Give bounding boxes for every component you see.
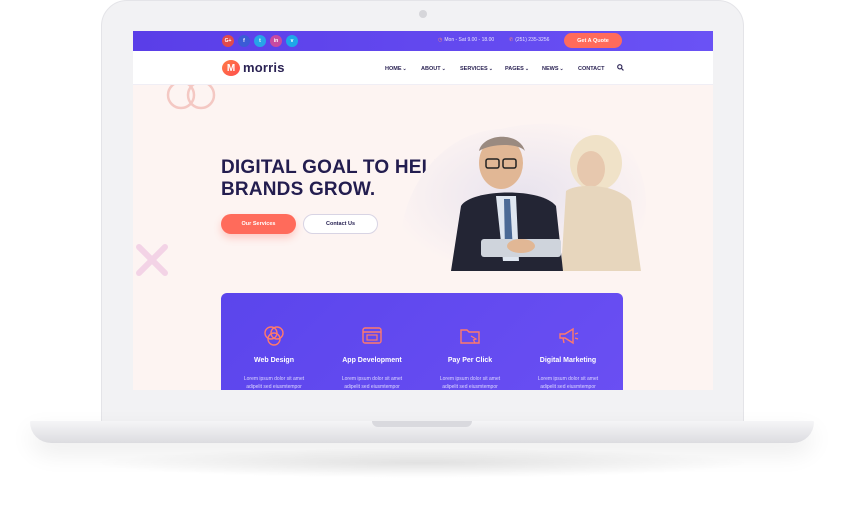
opening-hours: ◷ Mon - Sat 9.00 - 18.00 <box>438 37 494 43</box>
logo-icon[interactable]: M <box>222 60 240 76</box>
service-description: Lorem ipsum dolor sit amet adipelit sed … <box>537 376 599 390</box>
nav-item-pages[interactable]: PAGES⌄ <box>505 66 529 72</box>
nav-item-services[interactable]: SERVICES⌄ <box>460 66 493 72</box>
logo-text[interactable]: morris <box>243 60 285 75</box>
clock-icon: ◷ <box>438 37 443 43</box>
chevron-down-icon: ⌄ <box>488 66 493 72</box>
get-quote-button[interactable]: Get A Quote <box>564 33 622 48</box>
service-description: Lorem ipsum dolor sit amet adipelit sed … <box>341 376 403 390</box>
service-title: Web Design <box>254 357 294 364</box>
phone-text: (251) 235-3256 <box>515 37 550 43</box>
service-card-app-development[interactable]: App Development Lorem ipsum dolor sit am… <box>322 293 422 390</box>
nav-label: HOME <box>385 66 402 72</box>
topbar: G+ f t in v ◷ Mon - Sat 9.00 - 18.00 ✆ (25… <box>133 31 713 51</box>
service-card-pay-per-click[interactable]: Pay Per Click Lorem ipsum dolor sit amet… <box>420 293 520 390</box>
main-navbar: M morris HOME⌄ ABOUT⌄ SERVICES⌄ PAGES⌄ N… <box>133 51 713 85</box>
website-screen: G+ f t in v ◷ Mon - Sat 9.00 - 18.00 ✆ (25… <box>133 31 713 390</box>
twitter-icon[interactable]: t <box>254 35 266 47</box>
laptop-notch <box>372 421 472 427</box>
service-title: Pay Per Click <box>447 357 493 364</box>
nav-label: PAGES <box>505 66 524 72</box>
laptop-mockup: G+ f t in v ◷ Mon - Sat 9.00 - 18.00 ✆ (25… <box>0 0 844 508</box>
nav-item-contact[interactable]: CONTACT <box>578 66 604 72</box>
browser-icon <box>362 327 382 344</box>
service-card-digital-marketing[interactable]: Digital Marketing Lorem ipsum dolor sit … <box>518 293 618 390</box>
services-panel: Web Design Lorem ipsum dolor sit amet ad… <box>221 293 623 390</box>
nav-label: SERVICES <box>460 66 488 72</box>
decorative-rings-icon <box>166 85 216 110</box>
chevron-down-icon: ⌄ <box>402 66 407 72</box>
laptop-shadow <box>90 448 754 478</box>
hero-photo <box>400 123 647 271</box>
service-description: Lorem ipsum dolor sit amet adipelit sed … <box>243 376 305 390</box>
service-description: Lorem ipsum dolor sit amet adipelit sed … <box>439 376 501 390</box>
megaphone-icon <box>559 327 579 345</box>
search-icon[interactable] <box>617 64 624 73</box>
nav-item-home[interactable]: HOME⌄ <box>385 66 407 72</box>
circles-icon <box>264 326 284 346</box>
vimeo-icon[interactable]: v <box>286 35 298 47</box>
service-title: Digital Marketing <box>539 357 597 364</box>
decorative-cross-icon <box>136 244 168 276</box>
nav-item-news[interactable]: NEWS⌄ <box>542 66 564 72</box>
nav-label: NEWS <box>542 66 559 72</box>
folder-click-icon <box>460 329 480 344</box>
chevron-down-icon: ⌄ <box>524 66 530 72</box>
hours-text: Mon - Sat 9.00 - 18.00 <box>444 37 495 43</box>
phone-info: ✆ (251) 235-3256 <box>509 37 549 43</box>
nav-item-about[interactable]: ABOUT⌄ <box>421 66 446 72</box>
camera-icon <box>419 10 427 18</box>
facebook-icon[interactable]: f <box>238 35 250 47</box>
google-plus-icon[interactable]: G+ <box>222 35 234 47</box>
hero-section: DIGITAL GOAL TO HELP BRANDS GROW. Our Se… <box>133 85 713 390</box>
our-services-button[interactable]: Our Services <box>221 214 296 234</box>
instagram-icon[interactable]: in <box>270 35 282 47</box>
nav-label: ABOUT <box>421 66 441 72</box>
service-title: App Development <box>342 357 402 364</box>
service-card-web-design[interactable]: Web Design Lorem ipsum dolor sit amet ad… <box>224 293 324 390</box>
chevron-down-icon: ⌄ <box>441 66 446 72</box>
contact-us-button[interactable]: Contact Us <box>303 214 378 234</box>
phone-icon: ✆ <box>509 37 514 43</box>
chevron-down-icon: ⌄ <box>559 66 564 72</box>
